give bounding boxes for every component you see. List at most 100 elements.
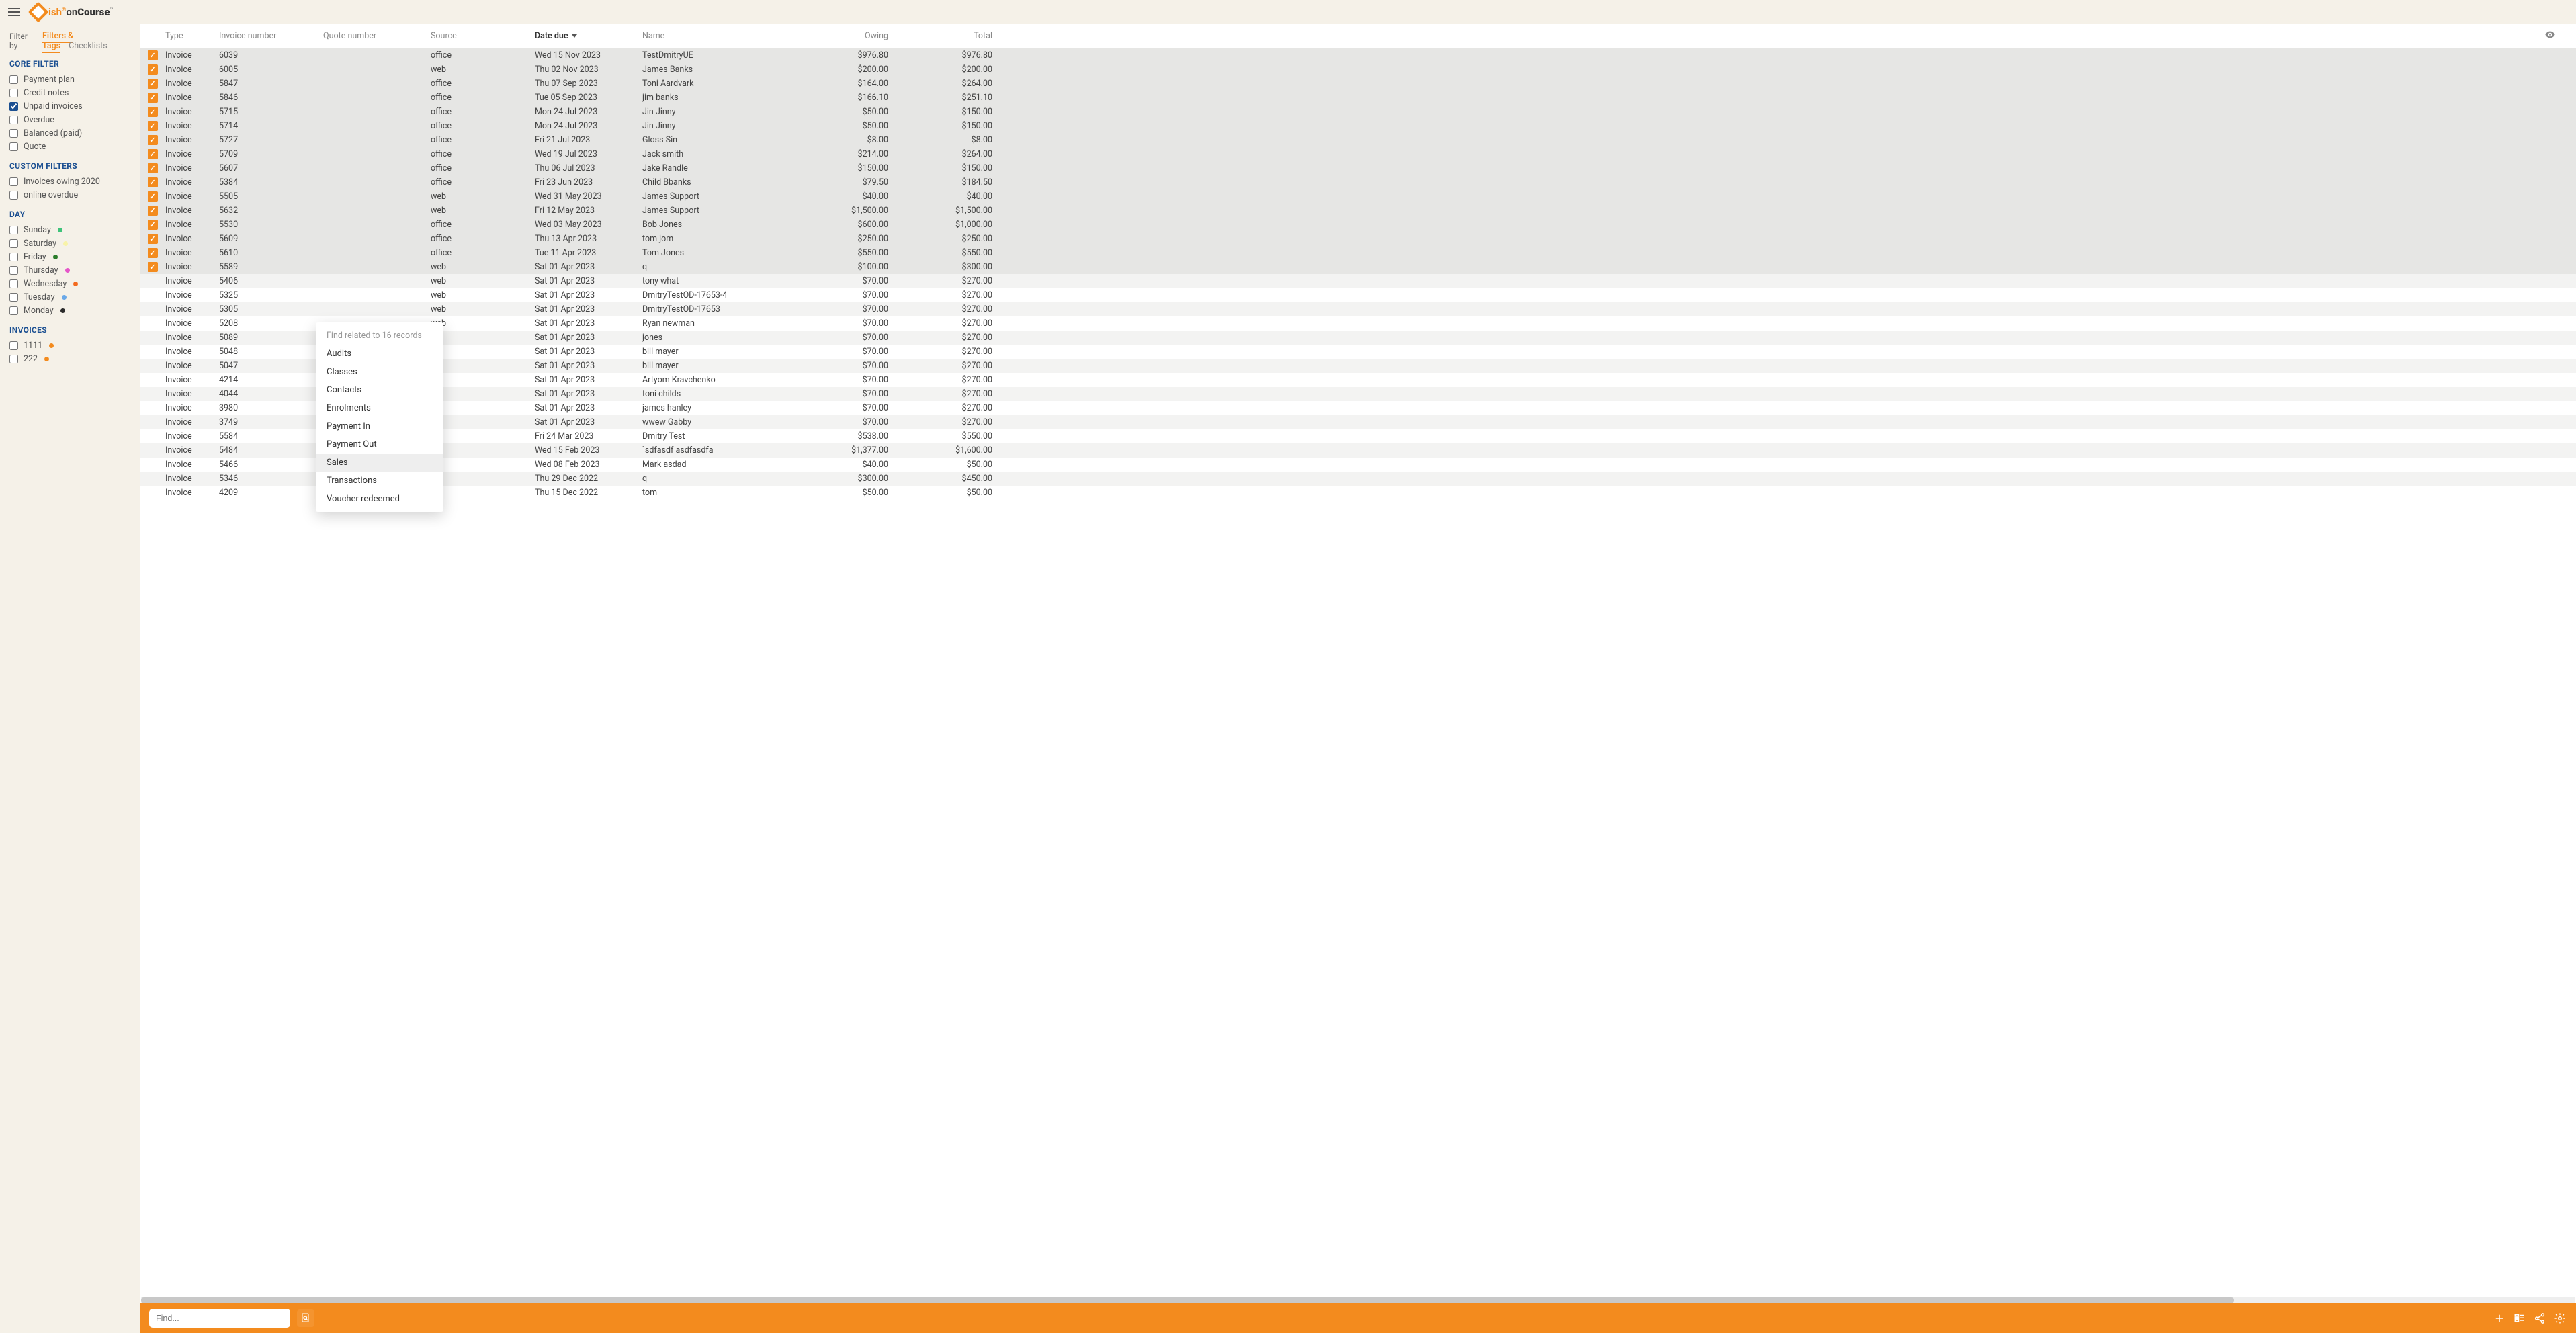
filter-checkbox[interactable] — [9, 355, 18, 363]
filter-checkbox[interactable] — [9, 280, 18, 288]
column-visibility-button[interactable] — [995, 29, 2571, 43]
context-menu-item-audits[interactable]: Audits — [316, 345, 443, 363]
filter-item[interactable]: Wednesday — [9, 277, 130, 290]
header-source[interactable]: Source — [431, 31, 535, 41]
hamburger-menu-icon[interactable] — [8, 5, 22, 19]
table-row[interactable]: ✓Invoice5384officeFri 23 Jun 2023Child B… — [140, 175, 2576, 189]
filter-checkbox[interactable] — [9, 226, 18, 234]
search-file-button[interactable] — [297, 1309, 314, 1327]
filter-item[interactable]: online overdue — [9, 188, 130, 202]
table-row[interactable]: Invoice3980Sat 01 Apr 2023james hanley$7… — [140, 401, 2576, 415]
table-row[interactable]: ✓Invoice5715officeMon 24 Jul 2023Jin Jin… — [140, 105, 2576, 119]
header-owing[interactable]: Owing — [817, 31, 891, 41]
table-row[interactable]: Invoice4209ceThu 15 Dec 2022tom$50.00$50… — [140, 486, 2576, 500]
filter-checkbox[interactable] — [9, 75, 18, 84]
row-checkbox[interactable]: ✓ — [148, 79, 158, 89]
filter-item[interactable]: Thursday — [9, 263, 130, 277]
filter-item[interactable]: Balanced (paid) — [9, 126, 130, 140]
filter-item[interactable]: 1111 — [9, 339, 130, 352]
table-body[interactable]: ✓Invoice6039officeWed 15 Nov 2023TestDmi… — [140, 48, 2576, 1297]
row-checkbox[interactable]: ✓ — [148, 50, 158, 60]
table-row[interactable]: Invoice5089Sat 01 Apr 2023jones$70.00$27… — [140, 331, 2576, 345]
row-checkbox[interactable]: ✓ — [148, 64, 158, 75]
filter-checkbox[interactable] — [9, 116, 18, 124]
row-checkbox[interactable]: ✓ — [148, 107, 158, 117]
share-button[interactable] — [2533, 1312, 2546, 1325]
filter-checkbox[interactable] — [9, 306, 18, 315]
row-checkbox[interactable]: ✓ — [148, 163, 158, 173]
row-checkbox[interactable]: ✓ — [148, 135, 158, 145]
row-checkbox[interactable]: ✓ — [148, 234, 158, 244]
table-row[interactable]: ✓Invoice5530officeWed 03 May 2023Bob Jon… — [140, 218, 2576, 232]
table-row[interactable]: Invoice3749Sat 01 Apr 2023wwew Gabby$70.… — [140, 415, 2576, 429]
table-row[interactable]: ✓Invoice5589webSat 01 Apr 2023q$100.00$3… — [140, 260, 2576, 274]
context-menu-item-sales[interactable]: Sales — [316, 454, 443, 472]
horizontal-scrollbar[interactable] — [141, 1297, 2575, 1303]
table-row[interactable]: Invoice5406webSat 01 Apr 2023tony what$7… — [140, 274, 2576, 288]
filter-checkbox[interactable] — [9, 239, 18, 248]
table-row[interactable]: ✓Invoice5709officeWed 19 Jul 2023Jack sm… — [140, 147, 2576, 161]
context-menu-item-payment-in[interactable]: Payment In — [316, 417, 443, 435]
filter-item[interactable]: Friday — [9, 250, 130, 263]
table-row[interactable]: Invoice5466ceWed 08 Feb 2023Mark asdad$4… — [140, 458, 2576, 472]
row-checkbox[interactable]: ✓ — [148, 177, 158, 187]
context-menu-item-classes[interactable]: Classes — [316, 363, 443, 381]
filter-item[interactable]: Invoices owing 2020 — [9, 175, 130, 188]
filter-checkbox[interactable] — [9, 191, 18, 200]
table-row[interactable]: Invoice5048Sat 01 Apr 2023bill mayer$70.… — [140, 345, 2576, 359]
filter-checkbox[interactable] — [9, 341, 18, 350]
filter-checkbox[interactable] — [9, 177, 18, 186]
filter-item[interactable]: Unpaid invoices — [9, 99, 130, 113]
row-checkbox[interactable]: ✓ — [148, 248, 158, 258]
table-row[interactable]: Invoice5208webSat 01 Apr 2023Ryan newman… — [140, 316, 2576, 331]
search-field-wrap[interactable] — [149, 1309, 290, 1328]
context-menu-item-payment-out[interactable]: Payment Out — [316, 435, 443, 454]
table-row[interactable]: ✓Invoice5632webFri 12 May 2023James Supp… — [140, 204, 2576, 218]
filterby-tab-checklists[interactable]: Checklists — [69, 41, 108, 52]
header-name[interactable]: Name — [642, 31, 817, 41]
table-row[interactable]: ✓Invoice6005webThu 02 Nov 2023James Bank… — [140, 62, 2576, 77]
table-row[interactable]: ✓Invoice5505webWed 31 May 2023James Supp… — [140, 189, 2576, 204]
table-row[interactable]: ✓Invoice5607officeThu 06 Jul 2023Jake Ra… — [140, 161, 2576, 175]
filter-item[interactable]: Overdue — [9, 113, 130, 126]
filter-checkbox[interactable] — [9, 129, 18, 138]
header-date-due[interactable]: Date due — [535, 31, 642, 41]
table-row[interactable]: Invoice5346ceThu 29 Dec 2022q$300.00$450… — [140, 472, 2576, 486]
table-row[interactable]: Invoice4044Sat 01 Apr 2023toni childs$70… — [140, 387, 2576, 401]
table-row[interactable]: Invoice5305webSat 01 Apr 2023DmitryTestO… — [140, 302, 2576, 316]
table-row[interactable]: Invoice4214Sat 01 Apr 2023Artyom Kravche… — [140, 373, 2576, 387]
context-menu-item-voucher-redeemed[interactable]: Voucher redeemed — [316, 490, 443, 508]
table-row[interactable]: ✓Invoice5714officeMon 24 Jul 2023Jin Jin… — [140, 119, 2576, 133]
table-row[interactable]: Invoice5325webSat 01 Apr 2023DmitryTestO… — [140, 288, 2576, 302]
row-checkbox[interactable]: ✓ — [148, 220, 158, 230]
filter-item[interactable]: Quote — [9, 140, 130, 153]
view-toggle-button[interactable] — [2513, 1312, 2526, 1325]
context-menu-item-transactions[interactable]: Transactions — [316, 472, 443, 490]
table-row[interactable]: ✓Invoice5846officeTue 05 Sep 2023jim ban… — [140, 91, 2576, 105]
filter-item[interactable]: Tuesday — [9, 290, 130, 304]
table-row[interactable]: ✓Invoice5847officeThu 07 Sep 2023Toni Aa… — [140, 77, 2576, 91]
filter-checkbox[interactable] — [9, 89, 18, 97]
header-quote-number[interactable]: Quote number — [323, 31, 431, 41]
app-logo[interactable]: ish®onCourse™ — [31, 5, 114, 19]
filter-checkbox[interactable] — [9, 253, 18, 261]
row-checkbox[interactable]: ✓ — [148, 93, 158, 103]
table-row[interactable]: Invoice5484ceWed 15 Feb 2023`sdfasdf asd… — [140, 443, 2576, 458]
header-type[interactable]: Type — [165, 31, 219, 41]
row-checkbox[interactable]: ✓ — [148, 206, 158, 216]
header-invoice-number[interactable]: Invoice number — [219, 31, 323, 41]
table-row[interactable]: ✓Invoice6039officeWed 15 Nov 2023TestDmi… — [140, 48, 2576, 62]
header-total[interactable]: Total — [891, 31, 995, 41]
context-menu-item-contacts[interactable]: Contacts — [316, 381, 443, 399]
filter-item[interactable]: Credit notes — [9, 86, 130, 99]
search-input[interactable] — [156, 1314, 284, 1323]
filter-checkbox[interactable] — [9, 266, 18, 275]
row-checkbox[interactable]: ✓ — [148, 191, 158, 202]
settings-button[interactable] — [2553, 1312, 2567, 1325]
table-row[interactable]: ✓Invoice5610officeTue 11 Apr 2023Tom Jon… — [140, 246, 2576, 260]
table-row[interactable]: ✓Invoice5609officeThu 13 Apr 2023tom jom… — [140, 232, 2576, 246]
filter-item[interactable]: Sunday — [9, 223, 130, 236]
filter-item[interactable]: 222 — [9, 352, 130, 366]
row-checkbox[interactable]: ✓ — [148, 149, 158, 159]
row-checkbox[interactable]: ✓ — [148, 262, 158, 272]
